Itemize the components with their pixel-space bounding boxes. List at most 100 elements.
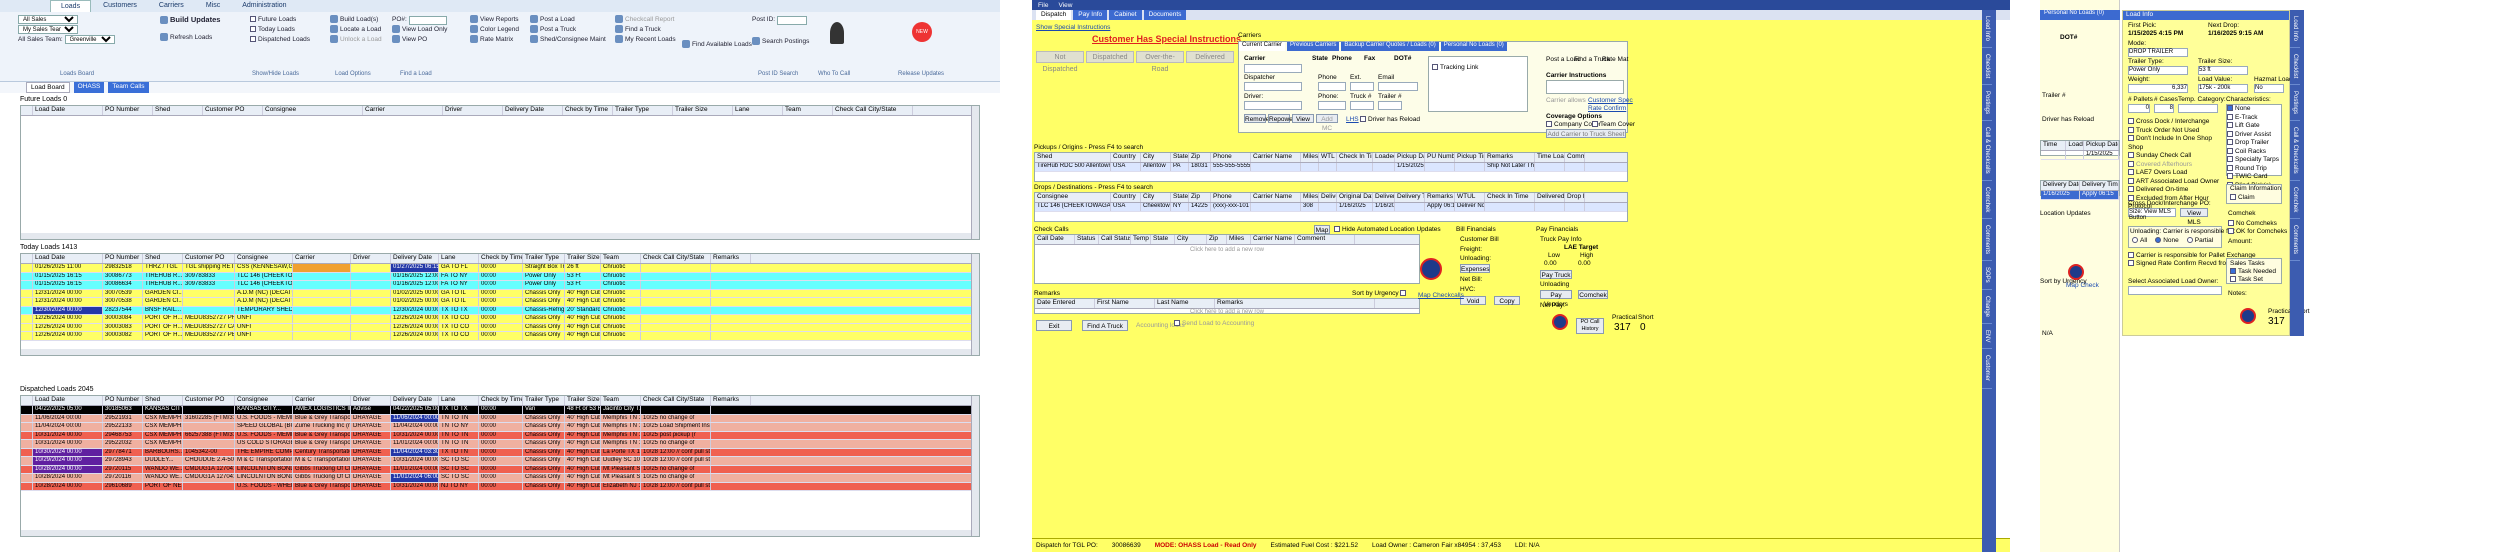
table-row[interactable]: 12/30/2024 00:00 28237544 BNSF RAIL... TEMP… [21, 306, 979, 315]
column-header[interactable]: Carrier [293, 254, 351, 263]
column-header[interactable]: Miles [1301, 193, 1319, 202]
po-input[interactable] [408, 15, 447, 25]
column-header[interactable]: Pickup Time [1455, 153, 1485, 162]
column-header[interactable]: Consignee [1035, 193, 1111, 202]
ribbon-tab[interactable]: Misc [196, 0, 230, 12]
column-header[interactable]: Drop Delive [1565, 193, 1585, 202]
side-tab[interactable]: SOPs [1982, 261, 1992, 291]
email-input[interactable] [1378, 82, 1418, 91]
column-header[interactable]: Loaded [2066, 141, 2084, 150]
row-selector[interactable] [21, 448, 33, 456]
column-header[interactable]: Check Call City/State [641, 396, 711, 405]
ok-comcheks-checkbox[interactable]: OK for Comcheks [2228, 228, 2287, 235]
table-cell[interactable] [1373, 163, 1395, 171]
column-header[interactable]: Shed [153, 106, 203, 115]
column-header[interactable]: State [1151, 235, 1175, 244]
trailer-type-select[interactable]: Power Only [2128, 66, 2188, 75]
table-cell[interactable]: 1/15/2025 [1395, 163, 1425, 171]
characteristic-option[interactable]: E-Track [2227, 114, 2281, 123]
team-select[interactable]: Greenville 1 [64, 35, 115, 44]
color-legend-button[interactable]: Color Legend [470, 25, 519, 35]
table-row[interactable]: 12/26/2024 00:00 30003084 PORT OF H... MEDU… [21, 315, 979, 324]
view-mls-button[interactable]: View MLS [2180, 208, 2208, 226]
table-row[interactable]: 11/04/2024 00:00 29522133 CSX MEMPH... SPEE… [21, 423, 979, 432]
column-header[interactable]: Miles [1301, 153, 1319, 162]
dispatcher-phone-input[interactable] [1318, 82, 1346, 91]
column-header[interactable]: Remarks [1215, 299, 1375, 308]
drops-grid[interactable]: Consignee Country City State Zip Phone Carrier… [1034, 192, 1628, 222]
dispatch-tab[interactable]: Dispatch [1036, 10, 1072, 20]
characteristic-option[interactable]: Coil Racks [2227, 148, 2281, 157]
column-header[interactable]: Delivery Time [2080, 181, 2119, 190]
column-header[interactable]: Team [783, 106, 833, 115]
characteristics-list[interactable]: None E-Track Lift Gate Driver Assist Drop Tr… [2226, 104, 2282, 197]
column-header[interactable]: Remarks [1485, 153, 1535, 162]
column-header[interactable]: Check by Time [563, 106, 613, 115]
map-check-link[interactable]: Map Check [2066, 282, 2099, 289]
add-remark-row[interactable]: Click here to add a new row [1035, 309, 1419, 315]
refresh-loads-button[interactable]: Refresh Loads [160, 33, 220, 43]
dispatched-loads-toggle[interactable]: Dispatched Loads [250, 35, 310, 45]
column-header[interactable]: Miles [1227, 235, 1251, 244]
column-header[interactable]: Driver [443, 106, 503, 115]
table-cell[interactable]: USA [1111, 203, 1141, 211]
side-tab[interactable]: Change [1982, 290, 1992, 325]
side-tab[interactable]: Customer [1982, 349, 1992, 389]
table-cell[interactable]: Ship Not Later Than De... [1485, 163, 1535, 171]
column-header[interactable]: Remarks [711, 254, 751, 263]
row-selector[interactable] [21, 332, 33, 340]
comchek-button[interactable]: Comchek [1578, 290, 1608, 299]
column-header[interactable]: Zip [1189, 193, 1211, 202]
checkcall-report-button[interactable]: Checkcall Report [615, 15, 676, 25]
lhs-link[interactable]: LHS [1346, 116, 1359, 123]
row-selector[interactable] [21, 306, 33, 314]
side-tab[interactable]: Comchek [1982, 181, 1992, 220]
table-row[interactable]: 04/22/2025 05:0030185063KANSAS CITY...KA… [21, 406, 979, 415]
driver-reload-checkbox[interactable]: Driver has Reload [1360, 116, 1420, 123]
column-header[interactable]: Phone [1211, 153, 1251, 162]
side-tab[interactable]: Load Info [1982, 10, 1992, 49]
sort-urgency-checkbox[interactable]: Sort by Urgency [1352, 290, 1408, 297]
table-cell[interactable] [1319, 203, 1337, 211]
column-header[interactable]: Time [2041, 141, 2067, 150]
table-row[interactable]: 10/28/2024 00:00 29720115 WANDO WE... CMDUG… [21, 465, 979, 474]
column-header[interactable]: Remarks [711, 396, 751, 405]
column-header[interactable]: Delivery Time [1395, 193, 1425, 202]
driver-select[interactable] [1244, 101, 1302, 110]
characteristic-option[interactable]: TWIC Card [2227, 173, 2281, 182]
column-header[interactable]: Trailer Size [565, 396, 601, 405]
board-subtab[interactable]: OHASS [73, 82, 105, 93]
driver-phone-input[interactable] [1318, 101, 1346, 110]
column-header[interactable]: Carrier [363, 106, 443, 115]
table-cell[interactable] [1301, 163, 1319, 171]
row-selector[interactable] [21, 457, 33, 465]
carrier-input[interactable] [1244, 64, 1302, 73]
unloading-options[interactable]: All None Partial [2132, 237, 2221, 244]
column-header[interactable]: Pickup Date [1395, 153, 1425, 162]
side-tab[interactable]: ENV [1982, 324, 1992, 350]
table-row[interactable]: 12/26/2024 00:00 30003083 PORT OF H... MEDU… [21, 323, 979, 332]
load-check-option[interactable]: Cross Dock / Interchange [2128, 118, 2224, 127]
table-cell[interactable]: NY [1171, 203, 1189, 211]
column-header[interactable]: Country [1111, 193, 1141, 202]
row-selector[interactable] [21, 298, 33, 306]
column-header[interactable]: PU Number [1425, 153, 1455, 162]
rate-matrix-button[interactable]: Rate Matrix [470, 35, 519, 45]
rate-confirm-link[interactable]: Rate Confirm [1588, 105, 1626, 112]
table-row[interactable]: 10/31/2024 00:00 29468753 CSX MEMPH... 6625… [21, 431, 979, 440]
po-call-history-button[interactable]: PO Call History [1576, 318, 1604, 334]
column-header[interactable]: City [1141, 193, 1171, 202]
table-cell[interactable] [1565, 203, 1585, 211]
row-selector[interactable] [21, 440, 33, 448]
horizontal-scrollbar[interactable] [21, 530, 971, 536]
row-selector[interactable] [21, 414, 33, 422]
row-selector[interactable] [21, 272, 33, 280]
dispatch-tab[interactable]: Documents [1143, 10, 1187, 20]
hide-automated-updates-checkbox[interactable]: Hide Automated Location Updates [1334, 226, 1441, 233]
ribbon-tab[interactable]: Customers [93, 0, 147, 12]
column-header[interactable]: Consignee [235, 254, 293, 263]
column-header[interactable]: Remarks [1425, 193, 1455, 202]
personal-no-loads-tab[interactable]: Personal No Loads (0) [2040, 10, 2120, 20]
cases-input[interactable]: 8 [2154, 104, 2174, 113]
column-header[interactable]: Team [601, 396, 641, 405]
